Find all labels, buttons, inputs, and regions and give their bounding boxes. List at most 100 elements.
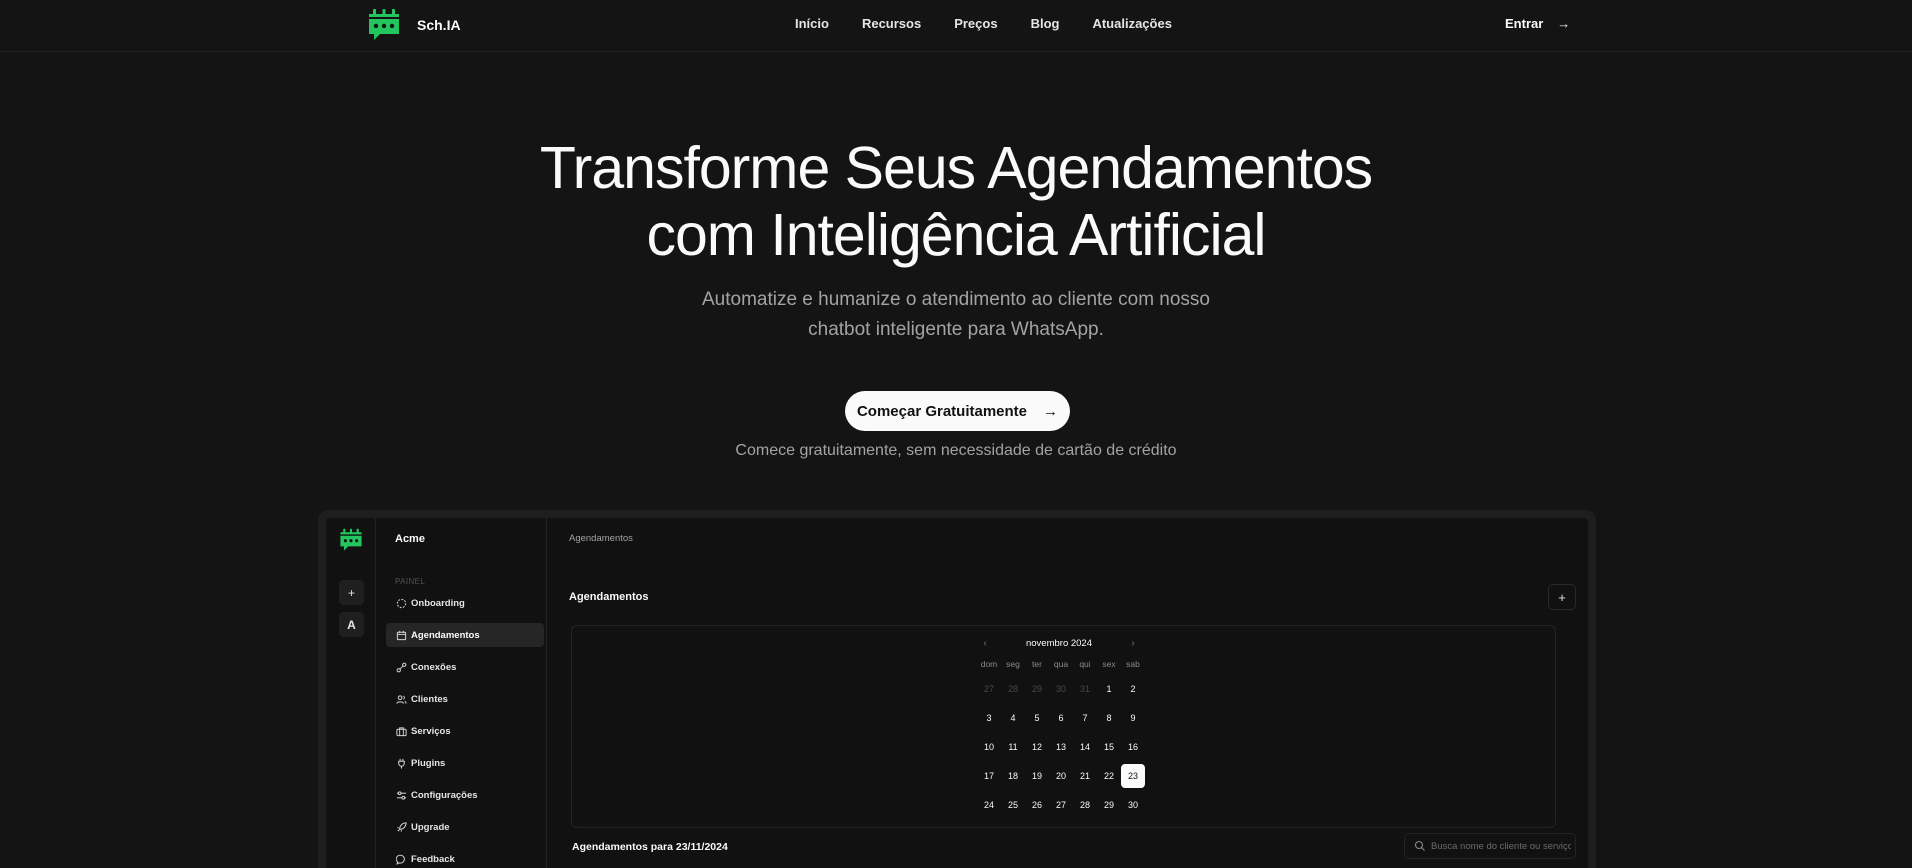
calendar-day[interactable]: 9 [1121, 706, 1145, 730]
sidebar-item-label: Upgrade [411, 821, 450, 833]
calendar-day[interactable]: 11 [1001, 735, 1025, 759]
sidebar-item-label: Configurações [411, 789, 478, 801]
day-appointments-title: Agendamentos para 23/11/2024 [572, 841, 728, 853]
calendar-day[interactable]: 5 [1025, 706, 1049, 730]
app-window: + A Acme PAINEL Onboarding Agendamentos … [326, 518, 1588, 868]
calendar-week: 27 28 29 30 31 1 2 [977, 677, 1147, 701]
hero-subtitle-line-1: Automatize e humanize o atendimento ao c… [701, 289, 1211, 310]
calendar-week: 17 18 19 20 21 22 23 [977, 764, 1147, 788]
nav-link-inicio[interactable]: Início [795, 16, 829, 31]
calendar-icon [395, 629, 407, 641]
sidebar-item-onboarding[interactable]: Onboarding [386, 591, 544, 615]
users-icon [395, 693, 407, 705]
calendar-day[interactable]: 7 [1073, 706, 1097, 730]
app-preview: + A Acme PAINEL Onboarding Agendamentos … [318, 510, 1596, 868]
top-navigation: Sch.IA Início Recursos Preços Blog Atual… [0, 0, 1912, 52]
calendar-day[interactable]: 26 [1025, 793, 1049, 817]
calendar-day[interactable]: 8 [1097, 706, 1121, 730]
weekday-label: sab [1126, 659, 1140, 669]
calendar-week: 10 11 12 13 14 15 16 [977, 735, 1147, 759]
calendar-day[interactable]: 29 [1097, 793, 1121, 817]
message-icon [395, 853, 407, 865]
calendar-chat-logo-icon [340, 528, 362, 551]
calendar-day[interactable]: 28 [1001, 677, 1025, 701]
sidebar-item-label: Clientes [411, 693, 448, 705]
login-label: Entrar [1505, 16, 1544, 31]
calendar-header: ‹ novembro 2024 › [977, 635, 1141, 651]
calendar-day[interactable]: 25 [1001, 793, 1025, 817]
add-appointment-button[interactable]: + [1548, 584, 1576, 610]
cta-note: Comece gratuitamente, sem necessidade de… [735, 442, 1177, 459]
hero-subtitle: Automatize e humanize o atendimento ao c… [0, 285, 1912, 345]
calendar-day[interactable]: 4 [1001, 706, 1025, 730]
nav-link-precos[interactable]: Preços [954, 16, 997, 31]
sidebar-item-plugins[interactable]: Plugins [386, 751, 544, 775]
weekday-label: qui [1079, 659, 1091, 669]
nav-link-atualizacoes[interactable]: Atualizações [1092, 16, 1171, 31]
calendar-day[interactable]: 27 [977, 677, 1001, 701]
hero-title-line-2: com Inteligência Artificial [646, 202, 1266, 268]
calendar-day[interactable]: 12 [1025, 735, 1049, 759]
breadcrumb[interactable]: Agendamentos [569, 533, 633, 544]
calendar-day[interactable]: 24 [977, 793, 1001, 817]
login-link[interactable]: Entrar → [1505, 16, 1570, 31]
sidebar-item-agendamentos[interactable]: Agendamentos [386, 623, 544, 647]
weekday-label: seg [1006, 659, 1020, 669]
sidebar-item-label: Conexões [411, 661, 457, 673]
calendar-day[interactable]: 23 [1121, 764, 1145, 788]
calendar-day[interactable]: 2 [1121, 677, 1145, 701]
calendar-day[interactable]: 1 [1097, 677, 1121, 701]
chevron-right-icon[interactable]: › [1125, 635, 1141, 651]
calendar-day[interactable]: 18 [1001, 764, 1025, 788]
sidebar-item-feedback[interactable]: Feedback [386, 847, 544, 868]
calendar-day[interactable]: 29 [1025, 677, 1049, 701]
nav-link-recursos[interactable]: Recursos [862, 16, 921, 31]
onboarding-icon [395, 597, 407, 609]
settings-icon [395, 789, 407, 801]
calendar-day[interactable]: 14 [1073, 735, 1097, 759]
sidebar-item-conexoes[interactable]: Conexões [386, 655, 544, 679]
calendar-day[interactable]: 31 [1073, 677, 1097, 701]
brand[interactable]: Sch.IA [367, 8, 461, 42]
weekday-label: ter [1032, 659, 1042, 669]
calendar-day[interactable]: 27 [1049, 793, 1073, 817]
calendar-grid: dom seg ter qua qui sex sab 27 28 29 30 31 1 2… [977, 659, 1147, 817]
weekday-label: sex [1102, 659, 1116, 669]
calendar-day[interactable]: 16 [1121, 735, 1145, 759]
calendar-day[interactable]: 30 [1049, 677, 1073, 701]
workspace-avatar[interactable]: A [339, 612, 364, 637]
page-title: Agendamentos [569, 591, 649, 603]
calendar-day[interactable]: 15 [1097, 735, 1121, 759]
sidebar-item-servicos[interactable]: Serviços [386, 719, 544, 743]
calendar-day[interactable]: 19 [1025, 764, 1049, 788]
nav-link-blog[interactable]: Blog [1031, 16, 1060, 31]
weekday-label: dom [980, 659, 998, 669]
calendar-day[interactable]: 20 [1049, 764, 1073, 788]
start-free-label: Começar Gratuitamente [856, 402, 1028, 420]
hero-title-line-1: Transforme Seus Agendamentos [539, 135, 1373, 201]
calendar-day[interactable]: 6 [1049, 706, 1073, 730]
calendar-weekdays: dom seg ter qua qui sex sab [977, 659, 1147, 673]
sidebar-item-clientes[interactable]: Clientes [386, 687, 544, 711]
calendar-day[interactable]: 21 [1073, 764, 1097, 788]
chevron-left-icon[interactable]: ‹ [977, 635, 993, 651]
calendar-day[interactable]: 22 [1097, 764, 1121, 788]
search-input[interactable] [1431, 840, 1571, 852]
workspace-rail: + A [326, 518, 376, 868]
calendar-day[interactable]: 28 [1073, 793, 1097, 817]
main-menu: Início Recursos Preços Blog Atualizações [795, 16, 1172, 31]
calendar-panel: ‹ novembro 2024 › dom seg ter qua qui se… [571, 625, 1556, 828]
calendar-month: novembro 2024 [1025, 637, 1093, 649]
calendar-day[interactable]: 30 [1121, 793, 1145, 817]
sidebar-item-upgrade[interactable]: Upgrade [386, 815, 544, 839]
add-workspace-button[interactable]: + [339, 580, 364, 605]
client-search[interactable] [1404, 833, 1576, 859]
calendar-day[interactable]: 17 [977, 764, 1001, 788]
calendar-day[interactable]: 3 [977, 706, 1001, 730]
start-free-button[interactable]: Começar Gratuitamente → [845, 391, 1070, 431]
sidebar: Acme PAINEL Onboarding Agendamentos Cone… [377, 518, 547, 868]
calendar-day[interactable]: 10 [977, 735, 1001, 759]
calendar-day[interactable]: 13 [1049, 735, 1073, 759]
brand-name: Sch.IA [417, 17, 461, 33]
sidebar-item-configuracoes[interactable]: Configurações [386, 783, 544, 807]
